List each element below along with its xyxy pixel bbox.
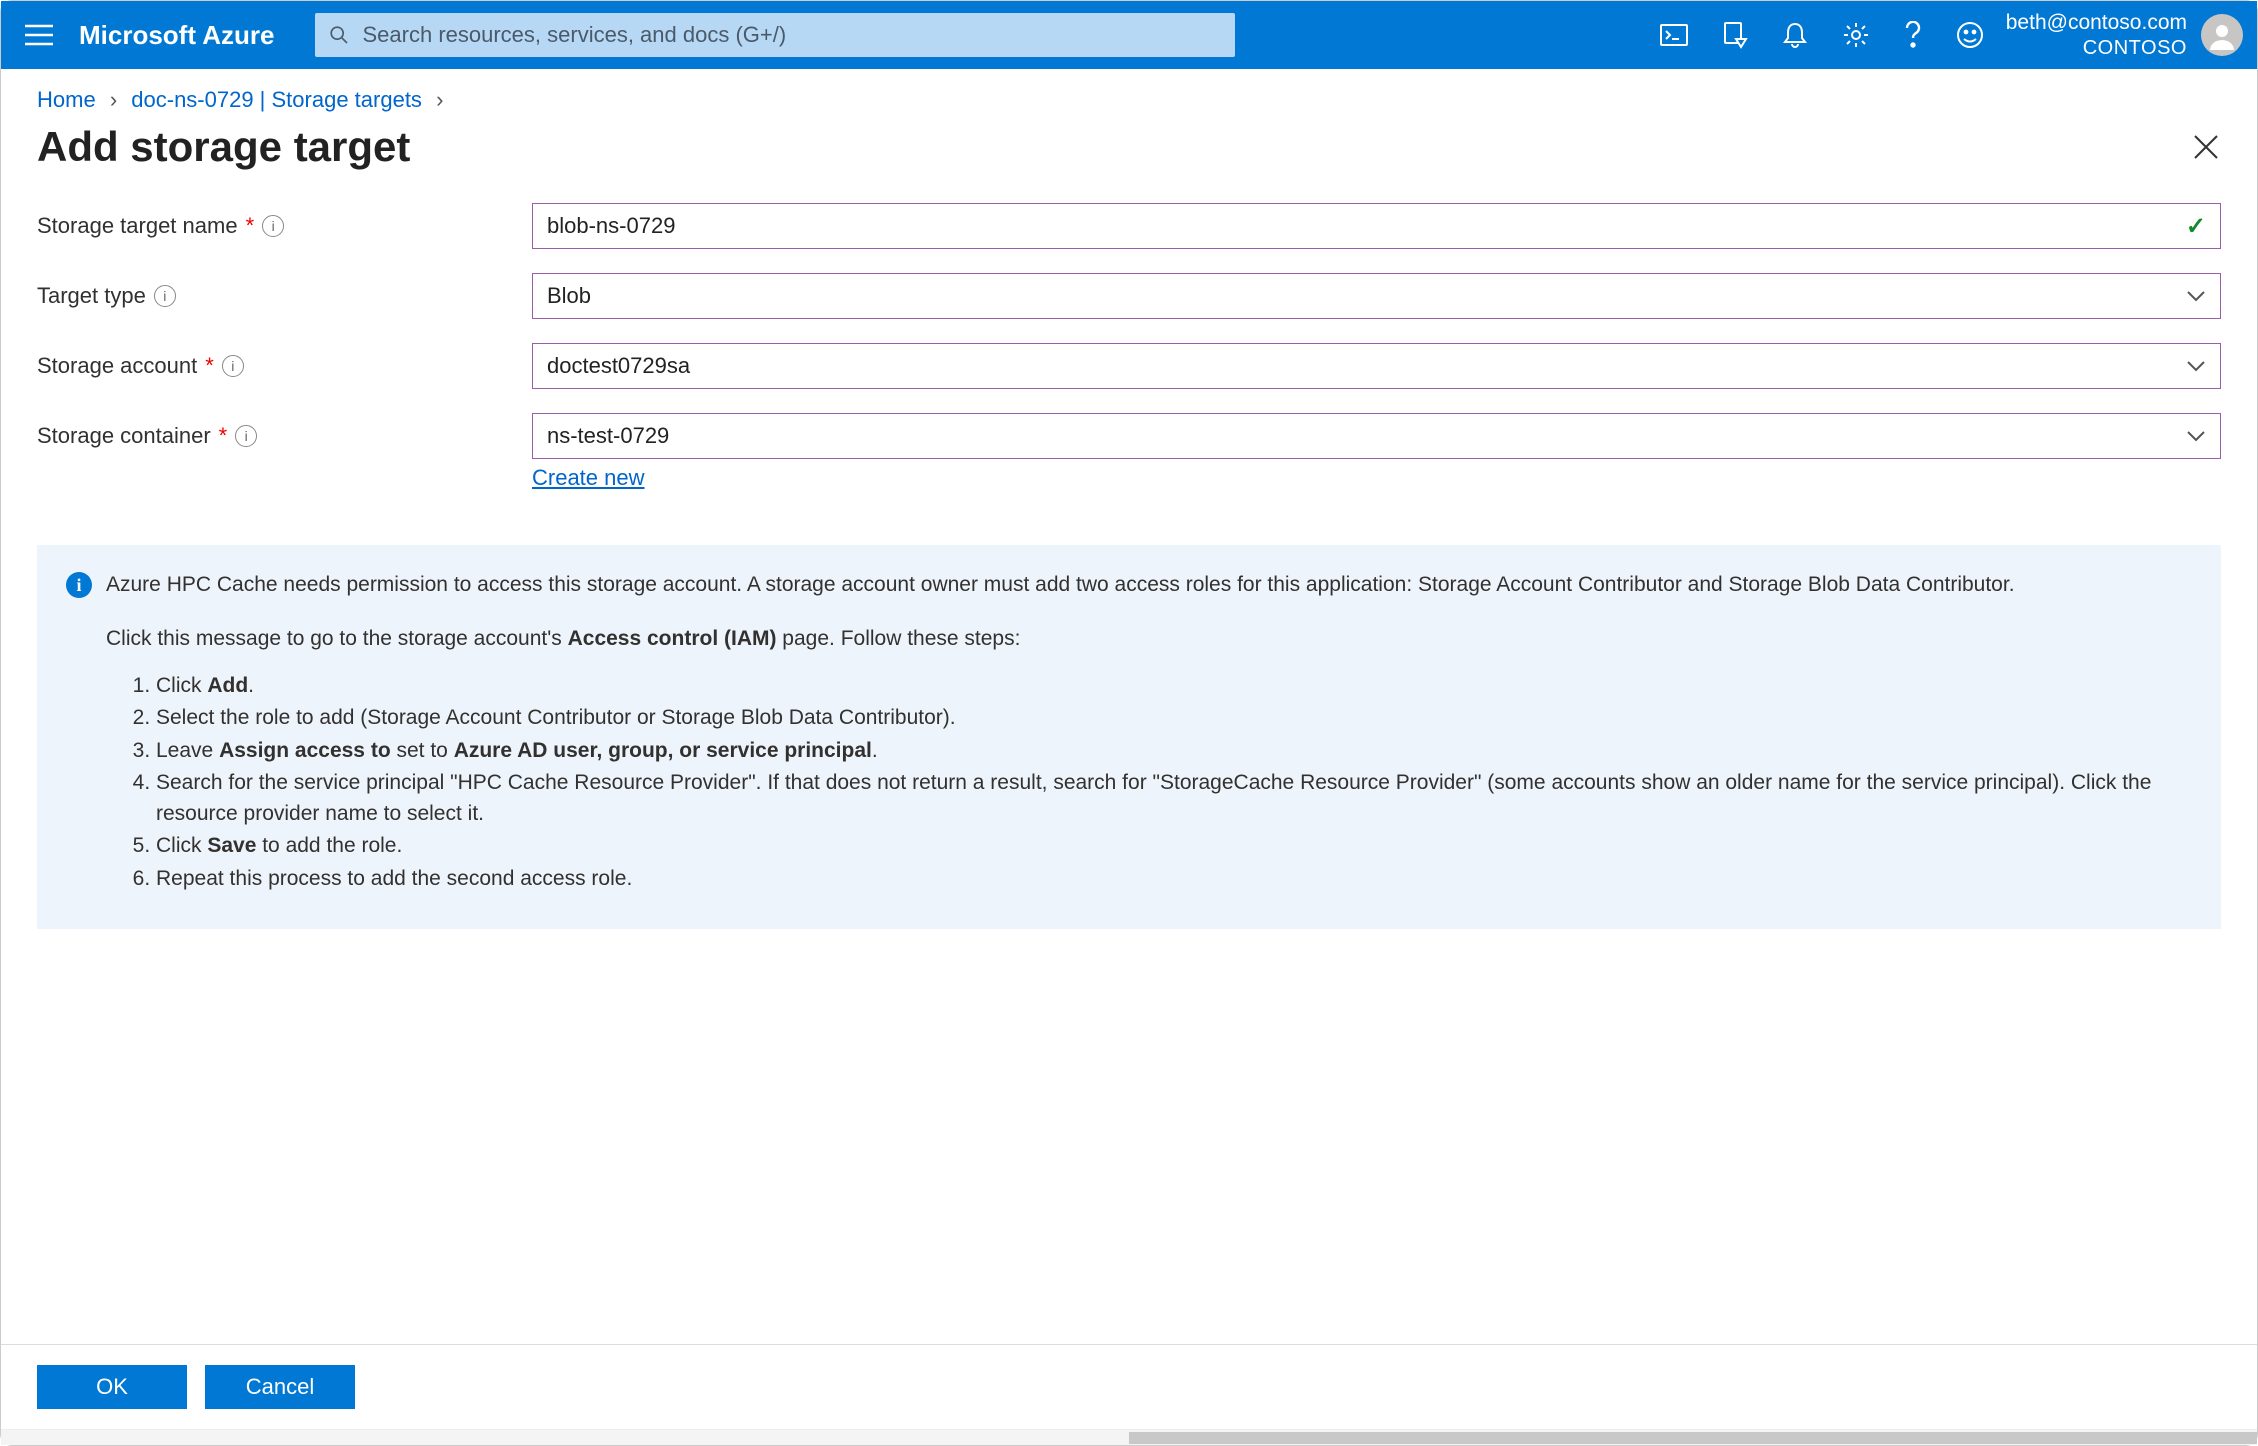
help-icon[interactable] [1904,21,1922,49]
info-step-3: Leave Assign access to set to Azure AD u… [156,736,2192,766]
avatar[interactable] [2201,14,2243,56]
info-step-1: Click Add. [156,671,2192,701]
info-icon[interactable]: i [222,355,244,377]
value-target-type: Blob [547,283,591,309]
account-tenant: CONTOSO [2006,36,2187,60]
chevron-down-icon [2186,430,2206,442]
label-storage-container: Storage container [37,423,211,449]
chevron-right-icon: › [102,87,125,112]
info-icon[interactable]: i [262,215,284,237]
hamburger-menu-button[interactable] [9,24,69,46]
account-email: beth@contoso.com [2006,10,2187,35]
validation-check-icon: ✓ [2186,212,2206,241]
permission-info-box[interactable]: i Azure HPC Cache needs permission to ac… [37,545,2221,929]
label-storage-target-name: Storage target name [37,213,238,239]
cancel-button[interactable]: Cancel [205,1365,355,1409]
header-account[interactable]: beth@contoso.com CONTOSO [2006,10,2201,59]
value-storage-target-name: blob-ns-0729 [547,213,675,239]
azure-brand[interactable]: Microsoft Azure [69,20,305,51]
info-step-4: Search for the service principal "HPC Ca… [156,768,2192,829]
value-storage-account: doctest0729sa [547,353,690,379]
label-storage-account: Storage account [37,353,197,379]
info-icon[interactable]: i [154,285,176,307]
info-step-2: Select the role to add (Storage Account … [156,703,2192,733]
storage-container-select[interactable]: ns-test-0729 [532,413,2221,459]
header-icon-bar [1660,21,2006,49]
breadcrumb-resource[interactable]: doc-ns-0729 | Storage targets [131,87,422,112]
feedback-icon[interactable] [1956,21,1984,49]
ok-button[interactable]: OK [37,1365,187,1409]
info-icon[interactable]: i [235,425,257,447]
close-button[interactable] [2191,132,2221,162]
cloud-shell-icon[interactable] [1660,23,1688,47]
target-type-select[interactable]: Blob [532,273,2221,319]
row-storage-target-name: Storage target name * i blob-ns-0729 ✓ [37,203,2221,249]
horizontal-scrollbar[interactable] [1,1429,2257,1445]
search-placeholder: Search resources, services, and docs (G+… [363,22,787,48]
row-storage-account: Storage account * i doctest0729sa [37,343,2221,389]
info-step-5: Click Save to add the role. [156,831,2192,861]
chevron-down-icon [2186,360,2206,372]
value-storage-container: ns-test-0729 [547,423,669,449]
search-icon [329,25,349,45]
chevron-right-icon: › [428,87,451,112]
global-search-input[interactable]: Search resources, services, and docs (G+… [315,13,1235,57]
storage-account-select[interactable]: doctest0729sa [532,343,2221,389]
page-title: Add storage target [37,123,410,171]
info-step-6: Repeat this process to add the second ac… [156,864,2192,894]
info-icon: i [66,572,92,598]
row-target-type: Target type i Blob [37,273,2221,319]
form-area: Storage target name * i blob-ns-0729 ✓ T… [1,193,2257,1344]
info-steps-list: Click Add. Select the role to add (Stora… [66,671,2192,894]
required-indicator: * [246,213,255,239]
required-indicator: * [205,353,214,379]
breadcrumb: Home › doc-ns-0729 | Storage targets › [1,69,2257,117]
info-intro: Azure HPC Cache needs permission to acce… [106,570,2015,600]
settings-gear-icon[interactable] [1842,21,1870,49]
breadcrumb-home[interactable]: Home [37,87,96,112]
page-head: Add storage target [1,117,2257,193]
storage-target-name-input[interactable]: blob-ns-0729 ✓ [532,203,2221,249]
footer-bar: OK Cancel [1,1344,2257,1429]
row-storage-container: Storage container * i ns-test-0729 Creat… [37,413,2221,491]
label-target-type: Target type [37,283,146,309]
required-indicator: * [219,423,228,449]
notifications-icon[interactable] [1782,21,1808,49]
chevron-down-icon [2186,290,2206,302]
info-iam-line: Click this message to go to the storage … [66,624,2192,654]
directory-filter-icon[interactable] [1722,21,1748,49]
create-new-container-link[interactable]: Create new [532,465,645,491]
top-header: Microsoft Azure Search resources, servic… [1,1,2257,69]
